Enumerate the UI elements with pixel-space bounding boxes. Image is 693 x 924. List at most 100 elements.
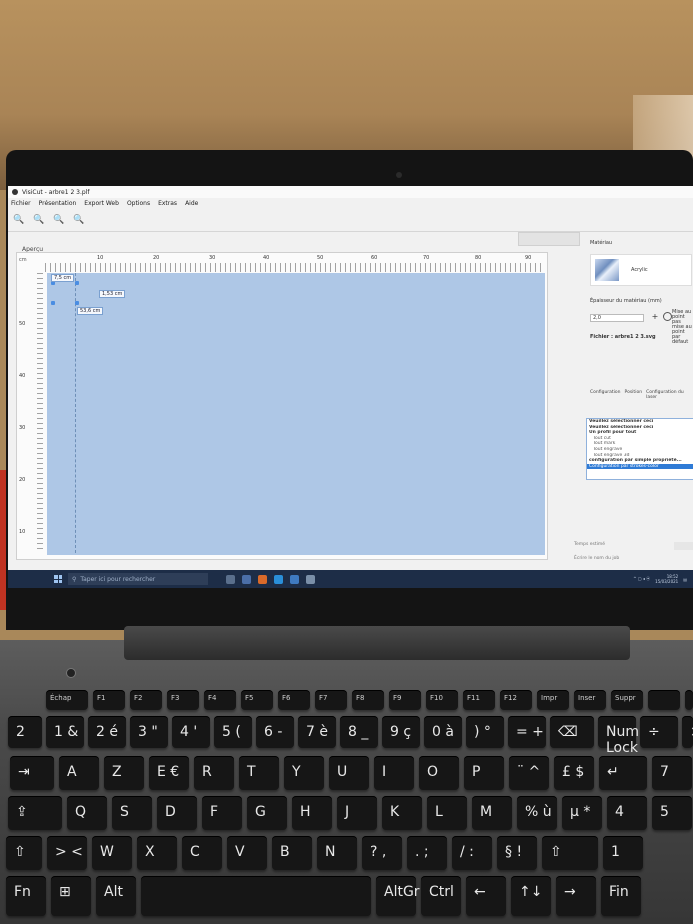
key[interactable]: Ctrl [421, 876, 461, 916]
key[interactable]: F7 [315, 690, 347, 710]
profile-list-item[interactable]: Configuration par strokes-color [587, 463, 693, 470]
tab-position[interactable]: Position [625, 390, 643, 400]
key[interactable]: Num Lock [598, 716, 639, 756]
key[interactable]: F [202, 796, 242, 830]
key[interactable]: ← [466, 876, 506, 916]
laser-bed-canvas[interactable] [47, 273, 545, 555]
key[interactable]: L [427, 796, 467, 830]
key[interactable]: ⊞ [51, 876, 91, 916]
key[interactable]: F12 [500, 690, 532, 710]
key[interactable]: % ù [517, 796, 557, 830]
clock[interactable]: 18:52 15/03/2021 [655, 574, 678, 584]
key[interactable]: ⇥ [10, 756, 54, 790]
key[interactable]: ↑↓ [511, 876, 551, 916]
key[interactable]: Échap [46, 690, 88, 710]
key[interactable]: 6 - [256, 716, 294, 748]
key[interactable]: 3 " [130, 716, 168, 748]
key[interactable]: Q [67, 796, 107, 830]
windows-start-icon[interactable] [54, 575, 62, 583]
menu-export-web[interactable]: Export Web [83, 200, 120, 207]
selection-handle[interactable] [75, 301, 79, 305]
tab-configuration[interactable]: Configuration [590, 390, 621, 400]
key[interactable]: Impr [537, 690, 569, 710]
key[interactable]: § ! [497, 836, 537, 870]
key[interactable]: ) ° [466, 716, 504, 748]
key[interactable]: ÷ [640, 716, 678, 748]
key[interactable]: Fin [601, 876, 641, 916]
key[interactable]: V [227, 836, 267, 870]
key[interactable]: = + [508, 716, 546, 748]
profile-list-item[interactable]: configuration par simple propriété... [587, 458, 693, 464]
key[interactable]: D [157, 796, 197, 830]
key[interactable]: F9 [389, 690, 421, 710]
explorer-icon[interactable] [242, 574, 251, 584]
menu-options[interactable]: Options [126, 200, 151, 207]
key[interactable]: E € [149, 756, 189, 790]
key[interactable]: 0 à [424, 716, 462, 748]
key[interactable]: S [112, 796, 152, 830]
key[interactable]: 1 & [46, 716, 84, 748]
key[interactable]: 8 _ [340, 716, 378, 748]
key[interactable]: F4 [204, 690, 236, 710]
key[interactable]: H [292, 796, 332, 830]
key[interactable]: £ $ [554, 756, 594, 790]
key[interactable]: 9 ç [382, 716, 420, 748]
key[interactable]: B [272, 836, 312, 870]
key[interactable]: 1 [603, 836, 643, 870]
key[interactable]: 5 [652, 796, 692, 830]
key[interactable]: ⇧ [542, 836, 598, 870]
selection-handle[interactable] [51, 301, 55, 305]
key[interactable]: J [337, 796, 377, 830]
key[interactable]: → [556, 876, 596, 916]
key[interactable]: W [92, 836, 132, 870]
key[interactable]: T [239, 756, 279, 790]
key[interactable]: 5 ( [214, 716, 252, 748]
key[interactable]: I [374, 756, 414, 790]
menu-aide[interactable]: Aide [184, 200, 199, 207]
key[interactable]: Suppr [611, 690, 643, 710]
key[interactable]: AltGr [376, 876, 420, 916]
key[interactable]: N [317, 836, 357, 870]
key[interactable]: / : [452, 836, 492, 870]
key[interactable]: Z [104, 756, 144, 790]
key[interactable]: 7 è [298, 716, 336, 748]
key[interactable]: 2 [8, 716, 42, 748]
key[interactable]: F11 [463, 690, 495, 710]
key[interactable]: ⇪ [8, 796, 62, 830]
key[interactable]: ? , [362, 836, 402, 870]
key[interactable]: × [682, 716, 693, 748]
key[interactable]: 4 ' [172, 716, 210, 748]
key[interactable] [141, 876, 371, 916]
zoom-fit-icon[interactable]: 🔍 [52, 213, 66, 227]
add-button[interactable]: + [650, 312, 660, 322]
selection-handle[interactable] [75, 281, 79, 285]
execute-button[interactable] [674, 542, 693, 550]
zoom-out-icon[interactable]: 🔍 [12, 213, 26, 227]
key[interactable]: A [59, 756, 99, 790]
key[interactable]: > < [47, 836, 87, 870]
key[interactable]: F3 [167, 690, 199, 710]
key[interactable] [648, 690, 680, 710]
key[interactable]: Fn [6, 876, 46, 916]
key[interactable]: R [194, 756, 234, 790]
zoom-in-icon[interactable]: 🔍 [32, 213, 46, 227]
key[interactable]: ⇧ [6, 836, 42, 870]
firefox-icon[interactable] [258, 574, 267, 584]
app-icon-5[interactable] [290, 574, 299, 584]
menu-extras[interactable]: Extras [157, 200, 178, 207]
visicut-icon[interactable] [306, 574, 315, 584]
key[interactable]: F6 [278, 690, 310, 710]
key[interactable]: . ; [407, 836, 447, 870]
key[interactable]: Y [284, 756, 324, 790]
key[interactable]: F8 [352, 690, 384, 710]
key[interactable]: Alt [96, 876, 136, 916]
focus-radio[interactable] [663, 312, 672, 321]
menu-presentation[interactable]: Présentation [38, 200, 78, 207]
key[interactable]: C [182, 836, 222, 870]
key[interactable]: ⌫ [550, 716, 594, 748]
notification-icon[interactable]: ▤ [683, 577, 687, 582]
thickness-input[interactable]: 2,0 [590, 314, 644, 322]
edge-icon[interactable] [274, 574, 283, 584]
taskbar-search[interactable]: ⚲ Taper ici pour rechercher [68, 573, 208, 585]
key[interactable] [685, 690, 693, 710]
